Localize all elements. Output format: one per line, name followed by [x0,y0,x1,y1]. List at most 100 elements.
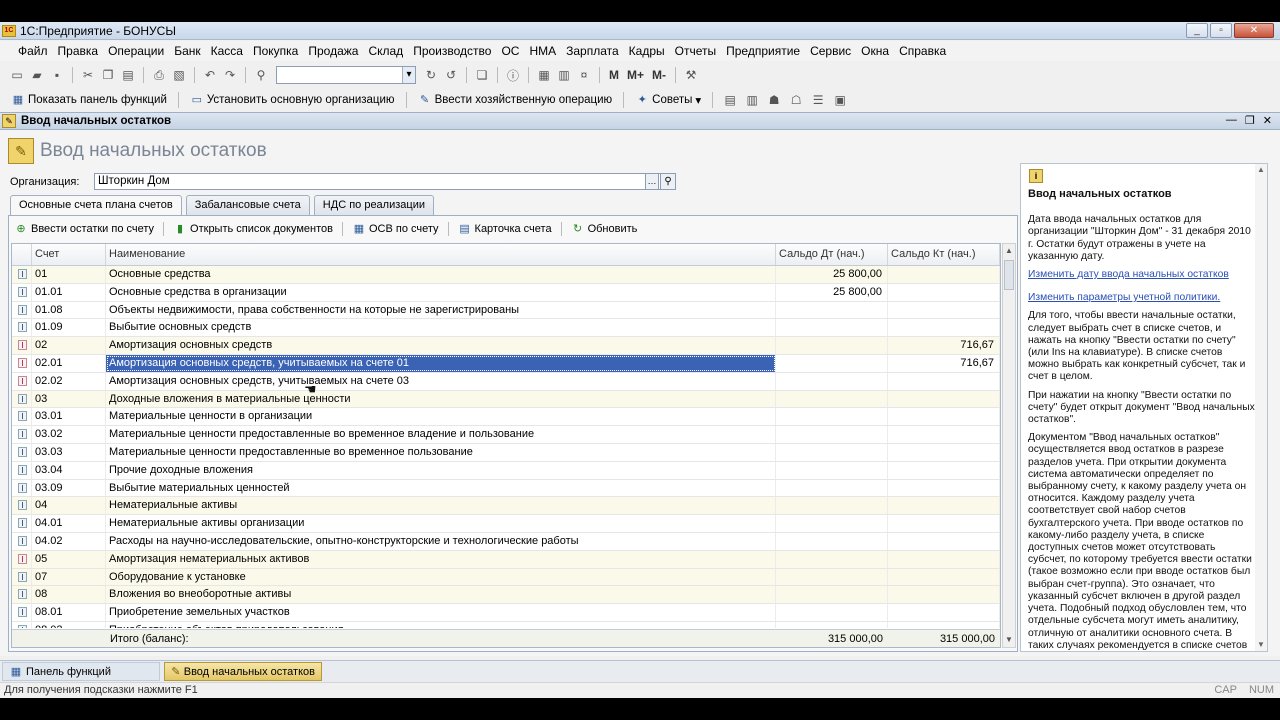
currency-icon[interactable]: ¤ [575,66,593,84]
table-row[interactable]: 04.01 Нематериальные активы организации [12,515,1000,533]
table-row[interactable]: 01.09 Выбытие основных средств [12,319,1000,338]
table-row[interactable]: 02.01 Амортизация основных средств, учиты… [12,354,1000,373]
group-icon[interactable]: ☖ [787,91,805,109]
windows-icon[interactable]: ❏ [473,66,491,84]
menu-item[interactable]: Кадры [624,44,670,58]
scroll-down-icon[interactable]: ▼ [1003,633,1015,647]
settings-icon[interactable]: ▣ [831,91,849,109]
calendar-icon[interactable]: ▦ [535,66,553,84]
calculator-icon[interactable]: ▥ [555,66,573,84]
column-name[interactable]: Наименование [106,244,776,265]
memory-button[interactable]: М [606,68,622,82]
maximize-button[interactable]: ▫ [1210,23,1232,38]
menu-item[interactable]: Продажа [303,44,363,58]
table-scrollbar[interactable]: ▲ ▼ [1002,243,1016,648]
menu-item[interactable]: Касса [206,44,248,58]
search-icon[interactable]: ⚲ [252,66,270,84]
table-row[interactable]: 03.09 Выбытие материальных ценностей [12,479,1000,498]
form-restore-button[interactable]: ❐ [1245,114,1255,127]
scroll-up-icon[interactable]: ▲ [1003,244,1015,258]
memory-plus-button[interactable]: М+ [624,68,647,82]
table-row[interactable]: 04.02 Расходы на научно-исследовательские… [12,532,1000,551]
table-row[interactable]: 01.01 Основные средства в организации 25 8… [12,283,1000,302]
table-row[interactable]: 08 Вложения во внеоборотные активы [12,586,1000,605]
table-row[interactable]: 07 Оборудование к установке [12,568,1000,587]
show-functions-panel-button[interactable]: ▦ Показать панель функций [8,93,170,107]
menu-item[interactable]: Окна [856,44,894,58]
redo-icon[interactable]: ↷ [221,66,239,84]
menu-item[interactable]: Предприятие [721,44,805,58]
form-minimize-button[interactable]: — [1226,114,1237,127]
new-document-icon[interactable]: ▭ [8,66,26,84]
minimize-button[interactable]: _ [1186,23,1208,38]
table-row[interactable]: 03.02 Материальные ценности предоставленн… [12,426,1000,444]
table-row[interactable]: 03 Доходные вложения в материальные ценно… [12,390,1000,409]
users-icon[interactable]: ☗ [765,91,783,109]
change-policy-link[interactable]: Изменить параметры учетной политики. [1028,292,1256,304]
menu-item[interactable]: Зарплата [561,44,624,58]
tab-vat-sales[interactable]: НДС по реализации [313,195,434,215]
menu-item[interactable]: Банк [169,44,205,58]
menu-item[interactable]: Производство [408,44,496,58]
print-icon[interactable]: ⎙ [150,66,168,84]
task-balance-entry[interactable]: ✎ Ввод начальных остатков [164,662,322,681]
table-row[interactable]: 02 Амортизация основных средств 716,67 [12,337,1000,355]
form-close-button[interactable]: ✕ [1263,114,1272,127]
tools-icon[interactable]: ⚒ [682,66,700,84]
column-credit[interactable]: Сальдо Кт (нач.) [888,244,1000,265]
account-card-button[interactable]: ▤ Карточка счета [455,222,555,236]
menu-item[interactable]: НМА [524,44,561,58]
cut-icon[interactable]: ✂ [79,66,97,84]
menu-item[interactable]: Покупка [248,44,303,58]
paste-icon[interactable]: ▤ [119,66,137,84]
enter-balances-button[interactable]: ⊕ Ввести остатки по счету [11,222,157,236]
select-organization-button[interactable]: … [645,173,659,190]
find-next-icon[interactable]: ↻ [422,66,440,84]
scroll-thumb[interactable] [1004,260,1014,290]
tab-off-balance[interactable]: Забалансовые счета [185,195,310,215]
table-row[interactable]: 02.02 Амортизация основных средств, учиты… [12,372,1000,391]
help-scroll-down-icon[interactable]: ▼ [1255,639,1267,651]
open-organization-icon[interactable]: ⚲ [660,173,676,190]
menu-item[interactable]: Операции [103,44,169,58]
menu-item[interactable]: Правка [53,44,104,58]
info-icon[interactable]: ⓘ [504,66,522,84]
menu-item[interactable]: Склад [363,44,408,58]
table-row[interactable]: 04 Нематериальные активы [12,497,1000,516]
memory-minus-button[interactable]: М- [649,68,669,82]
task-functions-panel[interactable]: ▦ Панель функций [2,662,160,681]
table-row[interactable]: 08.01 Приобретение земельных участков [12,604,1000,622]
organization-field[interactable]: Шторкин Дом … ⚲ [94,173,676,190]
undo-icon[interactable]: ↶ [201,66,219,84]
refresh-button[interactable]: ↻ Обновить [568,222,641,236]
osv-button[interactable]: ▦ ОСВ по счету [349,222,442,236]
table-row[interactable]: 01.08 Объекты недвижимости, права собстве… [12,301,1000,320]
table-row[interactable]: 03.03 Материальные ценности предоставленн… [12,443,1000,462]
column-debit[interactable]: Сальдо Дт (нач.) [776,244,888,265]
report-icon[interactable]: ▤ [721,91,739,109]
help-scrollbar[interactable]: ▲ ▼ [1255,164,1267,651]
menu-item[interactable]: ОС [496,44,524,58]
table-row[interactable]: 03.04 Прочие доходные вложения [12,461,1000,480]
column-account[interactable]: Счет [32,244,106,265]
find-prev-icon[interactable]: ↺ [442,66,460,84]
table-icon[interactable]: ▥ [743,91,761,109]
change-date-link[interactable]: Изменить дату ввода начальных остатков [1028,269,1256,281]
tips-button[interactable]: ✦ Советы ▾ [632,93,704,107]
set-main-org-button[interactable]: ▭ Установить основную организацию [187,93,398,107]
copy-icon[interactable]: ❐ [99,66,117,84]
table-row[interactable]: 05 Амортизация нематериальных активов [12,550,1000,569]
menu-item[interactable]: Файл [4,44,53,58]
search-combo[interactable] [276,66,416,84]
preview-icon[interactable]: ▧ [170,66,188,84]
help-scroll-up-icon[interactable]: ▲ [1255,164,1267,176]
table-row[interactable]: 08.02Приобретение объектов природопользо… [12,621,1000,628]
list-icon[interactable]: ☰ [809,91,827,109]
table-row[interactable]: 03.01 Материальные ценности в организации [12,408,1000,427]
save-icon[interactable]: ▪ [48,66,66,84]
open-folder-icon[interactable]: ▰ [28,66,46,84]
table-row[interactable]: 01 Основные средства 25 800,00 [12,266,1000,284]
close-button[interactable]: ✕ [1234,23,1274,38]
menu-item[interactable]: Сервис [805,44,856,58]
enter-operation-button[interactable]: ✎ Ввести хозяйственную операцию [415,93,616,107]
